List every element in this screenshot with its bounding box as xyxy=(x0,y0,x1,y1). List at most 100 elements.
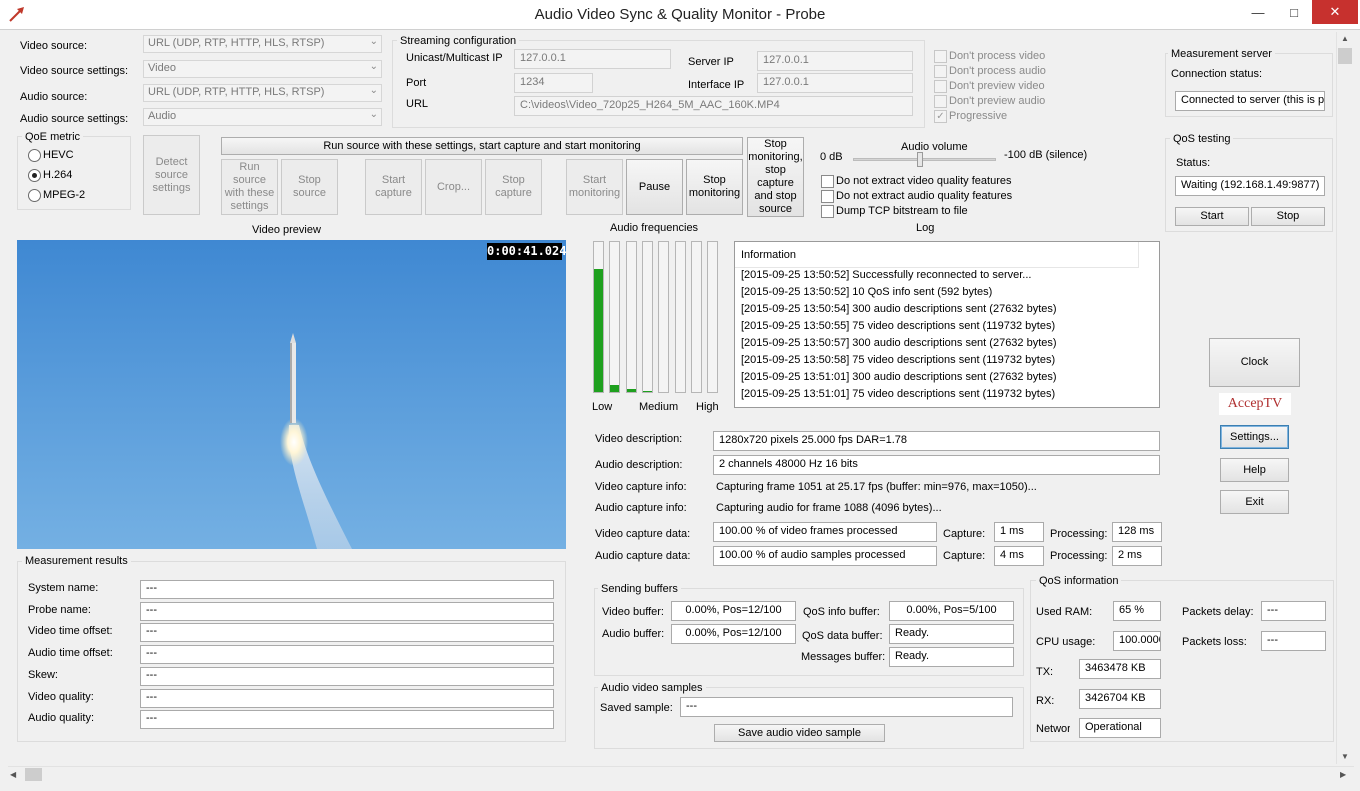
minimize-icon[interactable]: — xyxy=(1240,0,1276,24)
clock-button[interactable]: Clock xyxy=(1209,338,1300,387)
port-field[interactable]: 1234 xyxy=(514,73,593,93)
volume-min-label: 0 dB xyxy=(820,151,843,163)
log-entry[interactable]: [2015-09-25 13:51:01] 75 video descripti… xyxy=(741,388,1057,405)
log-entry[interactable]: [2015-09-25 13:50:57] 300 audio descript… xyxy=(741,337,1057,354)
measurement-field[interactable]: --- xyxy=(140,666,554,686)
option-checkbox-4[interactable]: ✓ xyxy=(934,110,947,123)
packets-delay-field[interactable]: --- xyxy=(1261,601,1326,621)
extract-label: Do not extract audio quality features xyxy=(836,190,1013,202)
unicast-field[interactable]: 127.0.0.1 xyxy=(514,49,671,69)
horizontal-scrollbar[interactable] xyxy=(8,766,1354,783)
crop-button[interactable]: Crop... xyxy=(425,159,482,215)
start-monitoring-button[interactable]: Start monitoring xyxy=(566,159,623,215)
port-label: Port xyxy=(406,77,427,89)
stop-source-button[interactable]: Stop source xyxy=(281,159,338,215)
qoe-radio-2[interactable] xyxy=(28,189,41,202)
audio-settings-dropdown[interactable]: Audio ⌄ xyxy=(143,108,382,126)
qos-info-buffer-field[interactable]: 0.00%, Pos=5/100 xyxy=(889,601,1014,621)
qos-stop-button[interactable]: Stop xyxy=(1251,207,1325,226)
messages-buffer-label: Messages buffer: xyxy=(801,651,886,663)
vertical-scroll-thumb[interactable] xyxy=(1338,48,1352,64)
audio-capture-time-field[interactable]: 4 ms xyxy=(994,546,1044,566)
measurement-field[interactable]: --- xyxy=(140,623,554,643)
option-checkbox-1[interactable] xyxy=(934,65,947,78)
log-entry[interactable]: [2015-09-25 13:50:58] 75 video descripti… xyxy=(741,354,1057,371)
video-source-dropdown[interactable]: URL (UDP, RTP, HTTP, HLS, RTSP) ⌄ xyxy=(143,35,382,53)
log-entry[interactable]: [2015-09-25 13:50:55] 75 video descripti… xyxy=(741,320,1057,337)
option-checkbox-3[interactable] xyxy=(934,95,947,108)
measurement-field[interactable]: --- xyxy=(140,710,554,730)
extract-checkbox-2[interactable] xyxy=(821,205,834,218)
used-ram-field[interactable]: 65 % xyxy=(1113,601,1161,621)
measurement-server-title: Measurement server xyxy=(1168,48,1275,60)
video-buffer-field[interactable]: 0.00%, Pos=12/100 xyxy=(671,601,796,621)
option-checkbox-0[interactable] xyxy=(934,50,947,63)
qos-status-field[interactable]: Waiting (192.168.1.49:9877) xyxy=(1175,176,1325,196)
measurement-field[interactable]: --- xyxy=(140,645,554,665)
settings-button[interactable]: Settings... xyxy=(1220,425,1289,449)
server-ip-field[interactable]: 127.0.0.1 xyxy=(757,51,913,71)
stop-monitoring-button[interactable]: Stop monitoring xyxy=(686,159,743,215)
rocket-launch-image xyxy=(280,333,352,549)
packets-loss-field[interactable]: --- xyxy=(1261,631,1326,651)
pause-button[interactable]: Pause xyxy=(626,159,683,215)
extract-checkbox-1[interactable] xyxy=(821,190,834,203)
url-field[interactable]: C:\videos\Video_720p25_H264_5M_AAC_160K.… xyxy=(514,96,913,116)
option-checkbox-2[interactable] xyxy=(934,80,947,93)
interface-ip-field[interactable]: 127.0.0.1 xyxy=(757,73,913,93)
close-icon[interactable]: ✕ xyxy=(1312,0,1358,24)
run-source-button[interactable]: Run source with these settings xyxy=(221,159,278,215)
measurement-field[interactable]: --- xyxy=(140,601,554,621)
detect-settings-button[interactable]: Detect source settings xyxy=(143,135,200,215)
qos-data-buffer-field[interactable]: Ready. xyxy=(889,624,1014,644)
horizontal-scroll-thumb[interactable] xyxy=(25,768,42,781)
audio-source-dropdown[interactable]: URL (UDP, RTP, HTTP, HLS, RTSP) ⌄ xyxy=(143,84,382,102)
tx-field[interactable]: 3463478 KB xyxy=(1079,659,1161,679)
scroll-down-icon[interactable]: ▼ xyxy=(1338,752,1352,764)
video-capture-time-field[interactable]: 1 ms xyxy=(994,522,1044,542)
saved-sample-field[interactable]: --- xyxy=(680,697,1013,717)
network-field[interactable]: Operational xyxy=(1079,718,1161,738)
connection-status-field[interactable]: Connected to server (this is p xyxy=(1175,91,1325,111)
measurement-label: Video time offset: xyxy=(28,625,113,638)
audio-capture-data-field[interactable]: 100.00 % of audio samples processed xyxy=(713,546,937,566)
log-entry[interactable]: [2015-09-25 13:50:52] 10 QoS info sent (… xyxy=(741,286,1057,303)
maximize-icon[interactable]: □ xyxy=(1276,0,1312,24)
audio-capture-data-label: Audio capture data: xyxy=(595,550,691,562)
audio-buffer-field[interactable]: 0.00%, Pos=12/100 xyxy=(671,624,796,644)
exit-button[interactable]: Exit xyxy=(1220,490,1289,514)
scroll-left-icon[interactable]: ◀ xyxy=(10,768,22,782)
measurement-field[interactable]: --- xyxy=(140,580,554,599)
video-settings-dropdown[interactable]: Video ⌄ xyxy=(143,60,382,78)
video-description-label: Video description: xyxy=(595,433,683,445)
start-capture-button[interactable]: Start capture xyxy=(365,159,422,215)
qoe-radio-0[interactable] xyxy=(28,149,41,162)
qos-start-button[interactable]: Start xyxy=(1175,207,1249,226)
stop-capture-button[interactable]: Stop capture xyxy=(485,159,542,215)
help-button[interactable]: Help xyxy=(1220,458,1289,482)
messages-buffer-field[interactable]: Ready. xyxy=(889,647,1014,667)
qoe-radio-1[interactable] xyxy=(28,169,41,182)
scroll-up-icon[interactable]: ▲ xyxy=(1338,34,1352,46)
log-entry[interactable]: [2015-09-25 13:50:54] 300 audio descript… xyxy=(741,303,1057,320)
save-sample-button[interactable]: Save audio video sample xyxy=(714,724,885,742)
audio-description-field[interactable]: 2 channels 48000 Hz 16 bits xyxy=(713,455,1160,475)
frequency-meter xyxy=(658,241,670,393)
log-entry[interactable]: [2015-09-25 13:51:01] 300 audio descript… xyxy=(741,371,1057,388)
volume-slider-thumb[interactable] xyxy=(917,152,924,167)
video-processing-field[interactable]: 128 ms xyxy=(1112,522,1162,542)
audio-processing-field[interactable]: 2 ms xyxy=(1112,546,1162,566)
video-description-field[interactable]: 1280x720 pixels 25.000 fps DAR=1.78 xyxy=(713,431,1160,451)
volume-slider-track[interactable] xyxy=(853,158,996,161)
vertical-scrollbar[interactable] xyxy=(1336,32,1354,764)
run-all-button[interactable]: Run source with these settings, start ca… xyxy=(221,137,743,155)
extract-checkbox-0[interactable] xyxy=(821,175,834,188)
video-capture-data-field[interactable]: 100.00 % of video frames processed xyxy=(713,522,937,542)
rx-field[interactable]: 3426704 KB xyxy=(1079,689,1161,709)
scroll-right-icon[interactable]: ▶ xyxy=(1340,768,1352,782)
measurement-field[interactable]: --- xyxy=(140,688,554,708)
log-list[interactable]: Information [2015-09-25 13:50:52] Succes… xyxy=(734,241,1160,408)
log-entry[interactable]: [2015-09-25 13:50:52] Successfully recon… xyxy=(741,269,1057,286)
cpu-usage-field[interactable]: 100.0000 xyxy=(1113,631,1161,651)
stop-all-button[interactable]: Stop monitoring, stop capture and stop s… xyxy=(747,137,804,217)
